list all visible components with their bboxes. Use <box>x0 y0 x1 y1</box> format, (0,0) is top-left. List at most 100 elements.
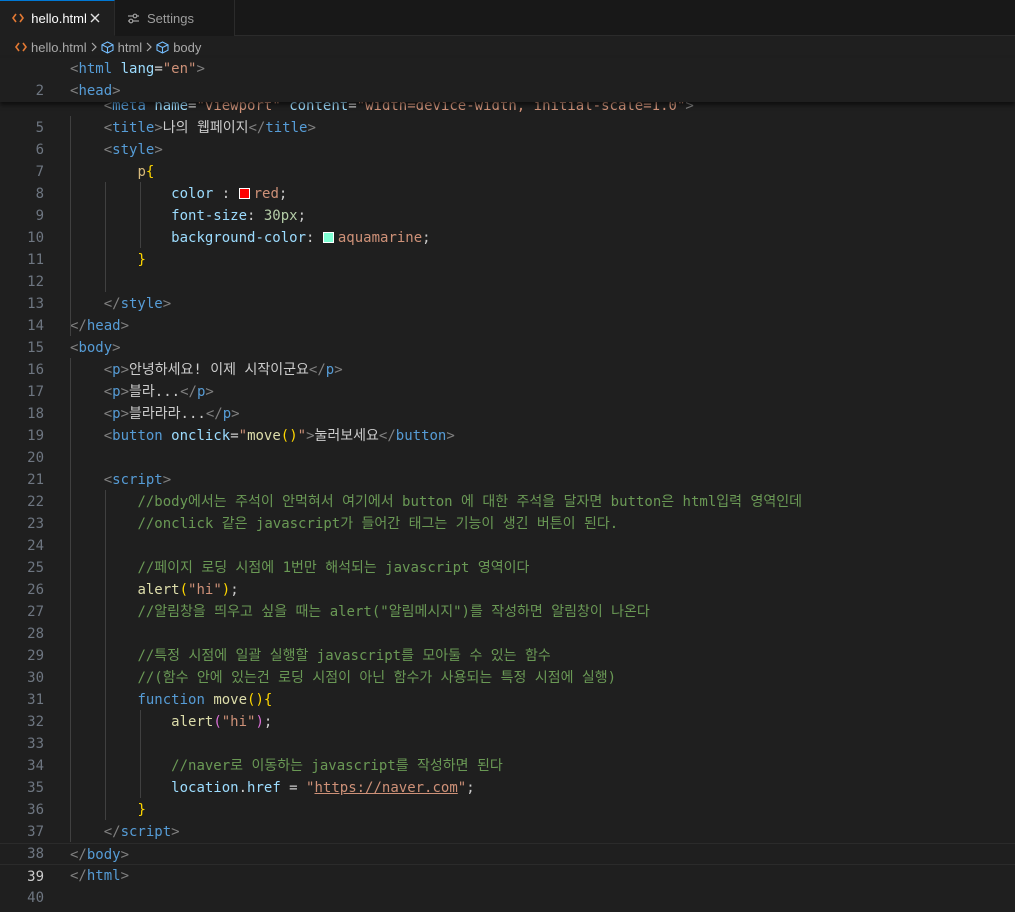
code-line[interactable]: 22 <script> <box>0 469 1015 510</box>
breadcrumb-body[interactable]: body <box>156 40 201 55</box>
keyword: function <box>137 692 205 708</box>
code-line[interactable]: 32 function move(){ <box>0 689 1015 730</box>
tab-settings[interactable]: Settings <box>115 0 235 36</box>
tab-hello-html[interactable]: hello.html <box>0 0 115 36</box>
code-line[interactable]: 24 //onclick 같은 javascript가 들어간 태그는 기능이 … <box>0 513 1015 554</box>
chevron-right-icon <box>90 42 98 52</box>
indent-guide <box>140 710 141 798</box>
attr-name: lang <box>120 61 155 77</box>
tag-name: title <box>112 120 155 136</box>
breadcrumb: hello.html html body <box>0 36 1015 58</box>
property-name: href <box>247 780 281 796</box>
code-line[interactable]: 37 } <box>0 799 1015 840</box>
code-comment: //body에서는 주석이 안먹혀서 여기에서 button 에 대한 주석을 … <box>137 494 802 510</box>
breadcrumb-html[interactable]: html <box>101 39 143 55</box>
code-line[interactable]: 31 //(함수 안에 있는건 로딩 시점이 아닌 함수가 사용되는 특정 시점… <box>0 667 1015 708</box>
tag-name: body <box>78 340 113 356</box>
code-line[interactable]: 11 background-color: aquamarine; <box>0 227 1015 268</box>
close-icon[interactable] <box>87 9 104 27</box>
function-call: alert <box>171 714 214 730</box>
code-line[interactable]: 30 //특정 시점에 일괄 실행할 javascript를 모아둘 수 있는 … <box>0 645 1015 686</box>
string-literal: "hi" <box>188 582 222 598</box>
url-link[interactable]: https://naver.com <box>314 780 457 796</box>
code-line[interactable]: 38 </script> <box>0 821 1015 862</box>
css-value: aquamarine <box>337 230 423 246</box>
css-property: color <box>171 186 214 202</box>
attr-name: onclick <box>171 428 231 444</box>
tag-name: style <box>112 142 155 158</box>
code-line[interactable]: 33 alert("hi"); <box>0 711 1015 752</box>
code-line[interactable]: 19 <p>블라라라...</p> <box>0 403 1015 444</box>
tag-name: p <box>112 406 121 422</box>
code-line[interactable]: 18 <p>블라...</p> <box>0 381 1015 422</box>
css-property: font-size <box>171 208 248 224</box>
css-separator: : <box>213 186 239 202</box>
code-line[interactable]: 12 } <box>0 249 1015 290</box>
indent-guide <box>70 116 71 336</box>
code-line[interactable]: 23 //body에서는 주석이 안먹혀서 여기에서 button 에 대한 주… <box>0 491 1015 532</box>
tag-name: p <box>112 384 121 400</box>
code-line[interactable]: 21 <box>0 447 1015 488</box>
code-line[interactable]: 13 <box>0 271 1015 312</box>
sticky-line[interactable]: 3 <head> <box>0 80 1015 102</box>
code-line[interactable]: 27 alert("hi"); <box>0 579 1015 620</box>
text-content: 안녕하세요! 이제 시작이군요 <box>129 362 309 378</box>
code-line[interactable]: 29 <box>0 623 1015 664</box>
current-code-line[interactable]: 39 </body> <box>0 843 1015 885</box>
code-line[interactable]: 9 color : red; <box>0 183 1015 224</box>
tag-name: body <box>86 847 121 863</box>
code-line[interactable]: 15 </head> <box>0 315 1015 356</box>
color-swatch-aquamarine[interactable] <box>322 232 334 243</box>
code-line[interactable]: 7 <style> <box>0 139 1015 180</box>
sticky-line[interactable]: 2 <html lang="en"> <box>0 58 1015 99</box>
color-swatch-red[interactable] <box>238 188 250 199</box>
code-line[interactable]: 26 //페이지 로딩 시점에 1번만 해석되는 javascript 영역이다 <box>0 557 1015 598</box>
code-comment: //알림창을 띄우고 싶을 때는 alert("알림메시지")를 작성하면 알림… <box>137 604 650 620</box>
code-comment: //페이지 로딩 시점에 1번만 해석되는 javascript 영역이다 <box>137 560 530 576</box>
code-line[interactable]: 28 //알림창을 띄우고 싶을 때는 alert("알림메시지")를 작성하면… <box>0 601 1015 642</box>
indent-guide <box>105 182 106 292</box>
tag-name: head <box>78 83 113 99</box>
html-file-icon <box>10 10 25 26</box>
css-property: background-color <box>171 230 307 246</box>
attr-value: "en" <box>162 61 197 77</box>
tag-name: p <box>222 406 232 422</box>
code-line[interactable]: 16 <body> <box>0 337 1015 378</box>
text-content: 눌러보세요 <box>314 428 379 444</box>
settings-sliders-icon <box>125 10 141 26</box>
code-line[interactable]: 36 location.href = "https://naver.com"; <box>0 777 1015 818</box>
code-editor[interactable]: 5 <meta name="viewport" content="width=d… <box>0 58 1015 912</box>
css-value: red <box>253 186 279 202</box>
code-line[interactable]: 6 <title>나의 웹페이지</title> <box>0 117 1015 158</box>
tag-name: button <box>112 428 163 444</box>
breadcrumb-file-label: hello.html <box>31 39 87 55</box>
code-line[interactable]: 14 </style> <box>0 293 1015 334</box>
css-selector: p <box>137 164 146 180</box>
chevron-right-icon <box>145 42 153 52</box>
indent-guide <box>70 358 71 842</box>
symbol-cube-icon <box>156 40 169 54</box>
string-literal: "hi" <box>221 714 256 730</box>
breadcrumb-html-label: html <box>117 39 143 55</box>
code-line[interactable]: 35 //naver로 이동하는 javascript를 작성하면 된다 <box>0 755 1015 796</box>
function-call: alert <box>137 582 180 598</box>
tab-label: Settings <box>147 10 194 26</box>
sticky-scroll-header[interactable]: 2 <html lang="en"> 3 <head> <box>0 58 1015 102</box>
code-comment: //onclick 같은 javascript가 들어간 태그는 기능이 생긴 … <box>137 516 619 532</box>
line-number: 40 <box>27 890 44 906</box>
tag-name: html <box>78 61 113 77</box>
code-line[interactable]: 34 <box>0 733 1015 774</box>
tag-name: title <box>265 120 308 136</box>
tag-name: style <box>120 296 163 312</box>
breadcrumb-body-label: body <box>173 39 202 55</box>
code-line[interactable]: 17 <p>안녕하세요! 이제 시작이군요</p> <box>0 359 1015 400</box>
code-line[interactable]: 40 </html> <box>0 865 1015 906</box>
indent-guide <box>105 490 106 820</box>
code-line[interactable]: 20 <button onclick="move()">눌러보세요</butto… <box>0 425 1015 466</box>
function-name: move <box>213 692 248 708</box>
tag-name: p <box>112 362 121 378</box>
breadcrumb-file[interactable]: hello.html <box>15 40 87 55</box>
code-line[interactable]: 8 p{ <box>0 161 1015 202</box>
code-line[interactable]: 25 <box>0 535 1015 576</box>
code-line[interactable]: 10 font-size: 30px; <box>0 205 1015 246</box>
